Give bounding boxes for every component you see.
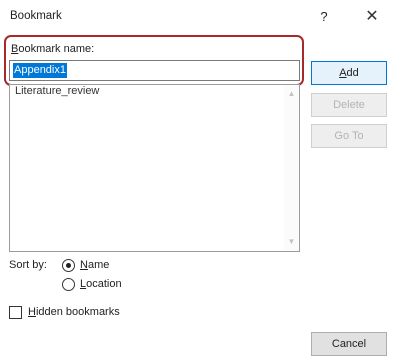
- cancel-button[interactable]: Cancel: [311, 332, 387, 356]
- radio-icon[interactable]: [62, 258, 75, 272]
- delete-button[interactable]: Delete: [311, 93, 387, 117]
- bookmark-list[interactable]: Literature_review ▲ ▼: [9, 84, 300, 252]
- list-item[interactable]: Literature_review: [15, 85, 99, 97]
- checkbox-icon[interactable]: [9, 305, 22, 319]
- sort-name-radio[interactable]: Name: [62, 257, 109, 273]
- scroll-up-icon[interactable]: ▲: [284, 87, 299, 101]
- bookmark-name-input[interactable]: Appendix1: [9, 60, 300, 81]
- dialog-title: Bookmark: [10, 10, 62, 22]
- title-bar: Bookmark ? ✕: [0, 0, 396, 34]
- sort-location-label: Location: [80, 278, 122, 290]
- hidden-bookmarks-checkbox[interactable]: Hidden bookmarks: [9, 304, 120, 320]
- hidden-bookmarks-label: Hidden bookmarks: [28, 306, 120, 318]
- bookmark-name-label: Bookmark name:: [11, 43, 95, 55]
- scroll-down-icon[interactable]: ▼: [284, 235, 299, 249]
- go-to-button[interactable]: Go To: [311, 124, 387, 148]
- list-scrollbar[interactable]: ▲ ▼: [284, 85, 299, 251]
- sort-name-label: Name: [80, 259, 110, 271]
- sort-location-radio[interactable]: Location: [62, 276, 122, 292]
- radio-selected-dot: [66, 262, 71, 268]
- help-button[interactable]: ?: [312, 5, 336, 29]
- close-icon[interactable]: ✕: [360, 5, 384, 29]
- sort-by-label: Sort by:: [9, 259, 47, 271]
- radio-icon[interactable]: [62, 277, 75, 291]
- add-button[interactable]: Add: [311, 61, 387, 85]
- bookmark-name-value: Appendix1: [13, 63, 67, 78]
